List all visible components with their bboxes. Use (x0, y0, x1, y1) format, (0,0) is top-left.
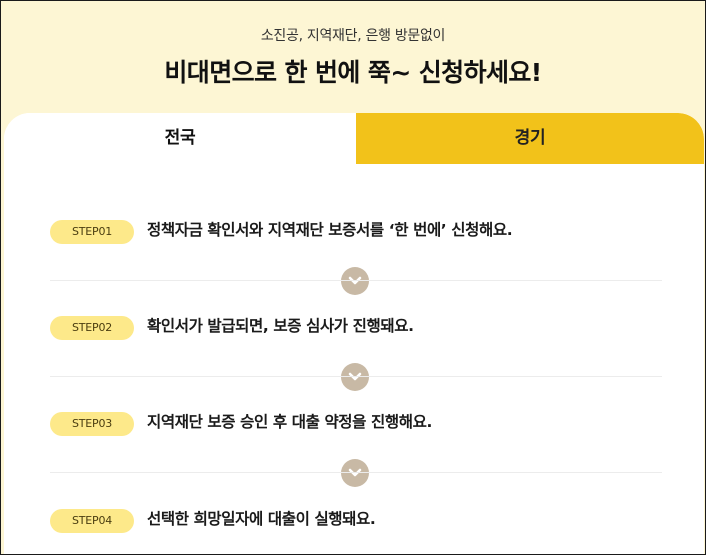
page-frame: 소진공, 지역재단, 은행 방문없이 비대면으로 한 번에 쭉~ 신청하세요! … (0, 0, 706, 555)
step-divider (50, 280, 662, 281)
chevron-down-icon (341, 459, 369, 487)
hero-section: 소진공, 지역재단, 은행 방문없이 비대면으로 한 번에 쭉~ 신청하세요! (1, 1, 705, 113)
step-item-2: STEP02 확인서가 발급되면, 보증 심사가 진행돼요. (50, 310, 662, 340)
tab-gyeonggi[interactable]: 경기 (356, 113, 704, 164)
step-text: 지역재단 보증 승인 후 대출 약정을 진행해요. (147, 413, 432, 431)
step-badge: STEP04 (50, 509, 134, 533)
steps-card: 전국 경기 STEP01 정책자금 확인서와 지역재단 보증서를 ‘한 번에’ … (4, 113, 704, 554)
tab-national[interactable]: 전국 (4, 113, 356, 164)
hero-title: 비대면으로 한 번에 쭉~ 신청하세요! (164, 58, 542, 87)
step-divider (50, 376, 662, 377)
chevron-down-icon (341, 363, 369, 391)
step-text: 정책자금 확인서와 지역재단 보증서를 ‘한 번에’ 신청해요. (147, 221, 513, 239)
step-item-4: STEP04 선택한 희망일자에 대출이 실행돼요. (50, 503, 662, 533)
step-badge: STEP03 (50, 412, 134, 436)
chevron-down-icon (341, 267, 369, 295)
step-text: 선택한 희망일자에 대출이 실행돼요. (147, 510, 376, 528)
step-badge: STEP01 (50, 220, 134, 244)
step-badge: STEP02 (50, 316, 134, 340)
step-text: 확인서가 발급되면, 보증 심사가 진행돼요. (147, 317, 414, 335)
step-divider (50, 472, 662, 473)
hero-subtitle: 소진공, 지역재단, 은행 방문없이 (260, 28, 446, 44)
step-item-1: STEP01 정책자금 확인서와 지역재단 보증서를 ‘한 번에’ 신청해요. (50, 214, 662, 244)
region-tabs: 전국 경기 (4, 113, 704, 164)
step-item-3: STEP03 지역재단 보증 승인 후 대출 약정을 진행해요. (50, 406, 662, 436)
